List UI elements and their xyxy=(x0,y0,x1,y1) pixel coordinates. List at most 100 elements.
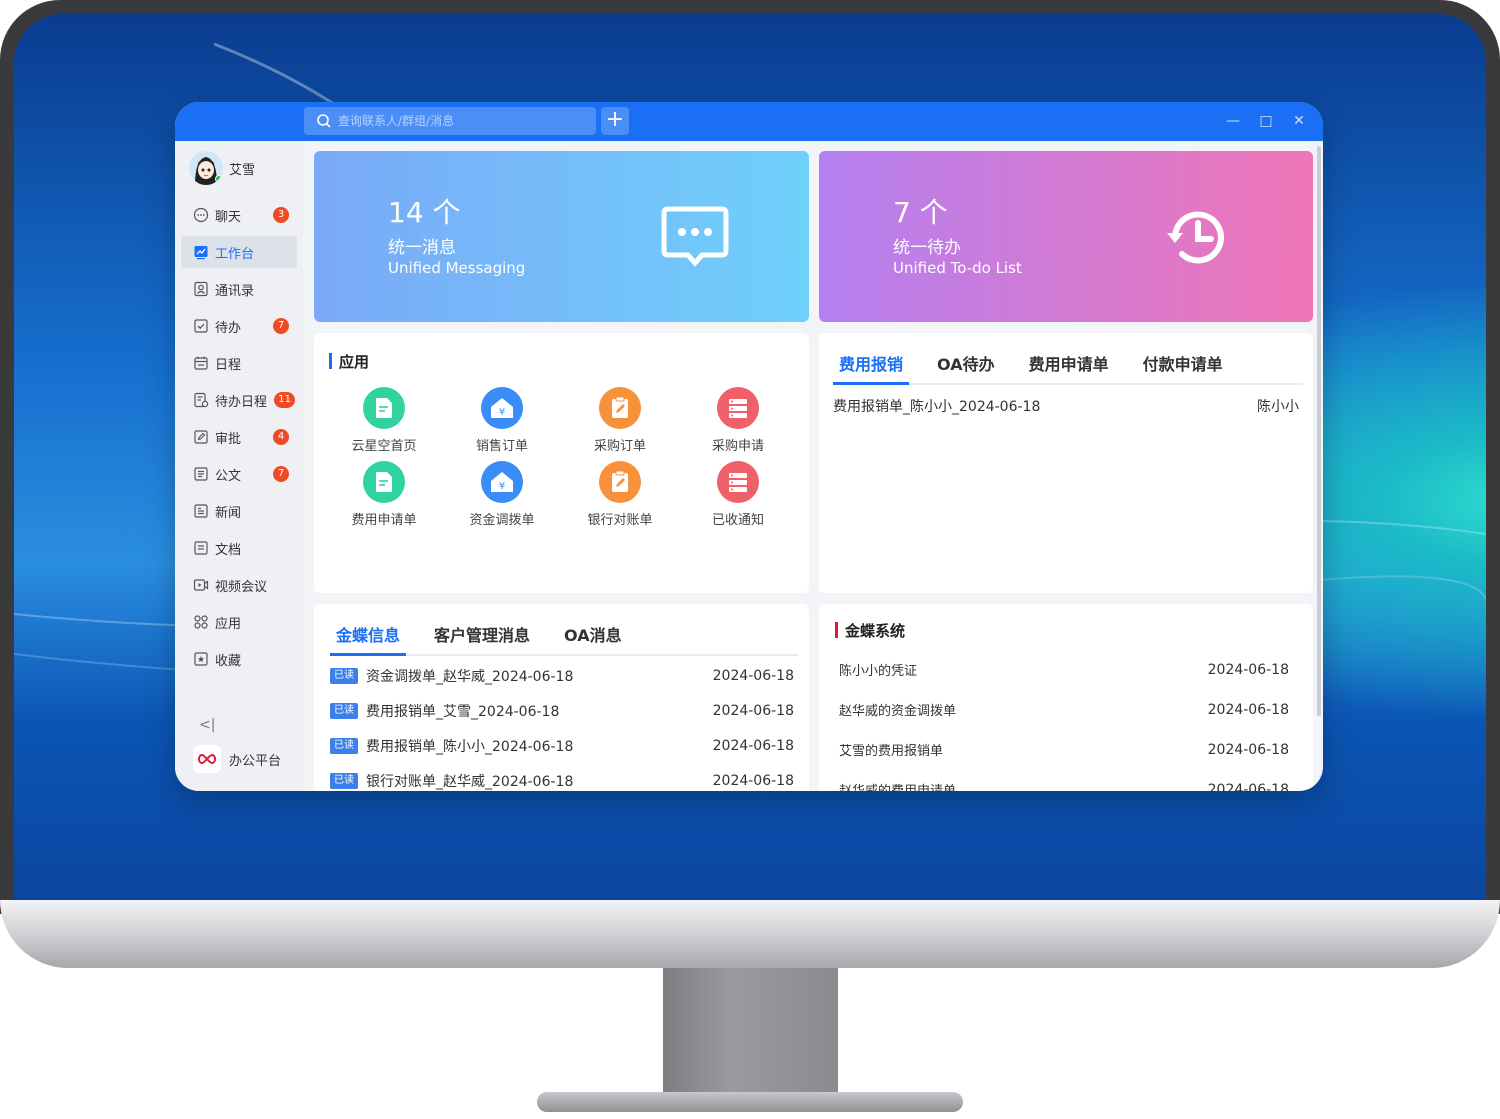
sidebar-item-files[interactable]: 文档 xyxy=(181,532,297,564)
close-button[interactable]: ✕ xyxy=(1290,112,1308,130)
table-row[interactable]: 已读 费用报销单_陈小小_2024-06-18 2024-06-18 xyxy=(330,736,794,756)
table-row[interactable]: 已读 资金调拨单_赵华威_2024-06-18 2024-06-18 xyxy=(330,666,794,686)
row-date: 2024-06-18 xyxy=(712,738,794,754)
todo-subtitle: Unified To-do List xyxy=(893,259,1022,277)
chat-icon xyxy=(193,207,209,223)
message-bubble-icon xyxy=(661,206,729,267)
monitor-chin xyxy=(0,900,1500,968)
sidebar-item-chat[interactable]: 聊天 3 xyxy=(181,199,297,231)
sidebar-item-label: 聊天 xyxy=(215,209,242,225)
tab-payment-request[interactable]: 付款申请单 xyxy=(1137,351,1229,383)
clipboard-edit-icon xyxy=(599,387,641,429)
row-date: 2024-06-18 xyxy=(1207,661,1289,678)
sidebar-item-label: 工作台 xyxy=(215,246,255,262)
app-received-notice[interactable]: 已收通知 xyxy=(688,461,788,528)
sidebar-item-news[interactable]: 新闻 xyxy=(181,495,297,527)
sidebar-item-favorites[interactable]: 收藏 xyxy=(181,643,297,675)
sidebar-item-apps[interactable]: 应用 xyxy=(181,606,297,638)
svg-text:¥: ¥ xyxy=(499,481,505,492)
maximize-button[interactable]: □ xyxy=(1257,112,1275,130)
app-sales-order[interactable]: ¥ 销售订单 xyxy=(452,387,552,454)
messaging-title: 统一消息 xyxy=(388,238,456,258)
yuan-house-icon: ¥ xyxy=(481,387,523,429)
sidebar-item-official-document[interactable]: 公文 7 xyxy=(181,458,297,490)
office-platform-link[interactable]: 办公平台 xyxy=(193,745,281,773)
collapse-sidebar-button[interactable]: <| xyxy=(199,717,215,735)
list-item[interactable]: 陈小小的凭证 2024-06-18 xyxy=(839,660,1289,680)
sidebar-item-label: 视频会议 xyxy=(215,579,268,595)
platform-label: 办公平台 xyxy=(229,753,282,769)
server-list-icon xyxy=(717,387,759,429)
row-title: 艾雪的费用报销单 xyxy=(839,744,944,759)
approval-icon xyxy=(194,430,208,444)
sidebar-item-label: 待办日程 xyxy=(215,394,268,410)
sidebar-item-contacts[interactable]: 通讯录 xyxy=(181,273,297,305)
app-cloud-home[interactable]: 云星空首页 xyxy=(334,387,434,454)
sidebar-item-label: 日程 xyxy=(215,357,242,373)
search-box[interactable] xyxy=(304,107,596,135)
sidebar-item-todo[interactable]: 待办 7 xyxy=(181,310,297,342)
video-icon xyxy=(193,579,209,591)
row-title: 赵华威的资金调拨单 xyxy=(839,704,957,719)
unread-badge: 4 xyxy=(273,429,289,445)
avatar[interactable] xyxy=(189,151,223,185)
user-profile[interactable]: 艾雪 xyxy=(189,151,255,185)
clock-history-icon xyxy=(1167,211,1224,264)
sidebar: 艾雪 聊天 3 工作台 通讯录 待办 7 日程 待办日程 11 审批 4 公文 … xyxy=(175,141,303,791)
tab-kingdee-info[interactable]: 金蝶信息 xyxy=(330,622,407,656)
minimize-button[interactable]: — xyxy=(1224,112,1242,130)
row-date: 2024-06-18 xyxy=(1207,701,1289,718)
apps-icon xyxy=(194,615,208,629)
app-bank-statement[interactable]: 银行对账单 xyxy=(570,461,670,528)
table-row[interactable]: 已读 费用报销单_艾雪_2024-06-18 2024-06-18 xyxy=(330,701,794,721)
sidebar-item-todo-schedule[interactable]: 待办日程 11 xyxy=(181,384,297,416)
unified-todo-card[interactable]: 7 个 统一待办 Unified To-do List xyxy=(819,151,1313,322)
row-date: 2024-06-18 xyxy=(712,773,794,789)
kingdee-system-title: 金蝶系统 xyxy=(835,620,905,641)
search-input[interactable] xyxy=(338,109,578,133)
app-purchase-order[interactable]: 采购订单 xyxy=(570,387,670,454)
add-button[interactable]: + xyxy=(601,107,629,135)
title-bar: + — □ ✕ xyxy=(175,102,1323,141)
content-scrollbar[interactable] xyxy=(1317,146,1321,716)
sidebar-item-approval[interactable]: 审批 4 xyxy=(181,421,297,453)
app-label: 采购申请 xyxy=(711,439,764,454)
clipboard-edit-icon xyxy=(599,461,641,503)
sidebar-item-label: 应用 xyxy=(215,616,242,632)
unified-messaging-card[interactable]: 14 个 统一消息 Unified Messaging xyxy=(314,151,809,322)
calendar-icon xyxy=(194,356,208,370)
monitor-stand-foot xyxy=(537,1092,963,1112)
app-fund-transfer[interactable]: ¥ 资金调拨单 xyxy=(452,461,552,528)
yuan-house-icon: ¥ xyxy=(481,461,523,503)
server-list-icon xyxy=(717,461,759,503)
row-title: 赵华威的费用申请单 xyxy=(839,780,956,791)
tab-oa-messages[interactable]: OA消息 xyxy=(558,622,628,654)
tab-oa-todo[interactable]: OA待办 xyxy=(931,351,1001,383)
app-expense-request[interactable]: 费用申请单 xyxy=(334,461,434,528)
list-item[interactable]: 艾雪的费用报销单 2024-06-18 xyxy=(839,740,1289,760)
tab-customer-messages[interactable]: 客户管理消息 xyxy=(428,622,536,654)
app-label: 银行对账单 xyxy=(587,513,653,528)
list-item[interactable]: 赵华威的资金调拨单 2024-06-18 xyxy=(839,700,1289,720)
sidebar-item-workbench[interactable]: 工作台 xyxy=(181,236,297,268)
sidebar-item-video-meeting[interactable]: 视频会议 xyxy=(181,569,297,601)
unread-badge: 7 xyxy=(273,466,289,482)
tab-expense-reimbursement[interactable]: 费用报销 xyxy=(833,351,910,385)
item-person: 陈小小 xyxy=(1257,399,1299,415)
item-title: 费用报销单_陈小小_2024-06-18 xyxy=(833,399,1041,415)
list-item[interactable]: 赵华威的费用申请单 2024-06-18 xyxy=(839,780,1289,792)
tab-expense-request[interactable]: 费用申请单 xyxy=(1023,351,1115,383)
sidebar-item-label: 新闻 xyxy=(215,505,242,521)
list-item[interactable]: 费用报销单_陈小小_2024-06-18 陈小小 xyxy=(833,396,1299,416)
app-label: 云星空首页 xyxy=(351,439,417,454)
todo-title: 统一待办 xyxy=(893,238,961,258)
table-row[interactable]: 已读 银行对账单_赵华威_2024-06-18 2024-06-18 xyxy=(330,771,794,791)
contacts-icon xyxy=(194,281,208,297)
row-date: 2024-06-18 xyxy=(712,703,794,719)
online-status-dot xyxy=(215,175,223,183)
app-purchase-request[interactable]: 采购申请 xyxy=(688,387,788,454)
read-badge: 已读 xyxy=(330,668,358,684)
svg-text:¥: ¥ xyxy=(499,407,505,418)
sidebar-item-calendar[interactable]: 日程 xyxy=(181,347,297,379)
kingdee-system-panel: 金蝶系统 陈小小的凭证 2024-06-18 赵华威的资金调拨单 2024-06… xyxy=(819,604,1313,791)
